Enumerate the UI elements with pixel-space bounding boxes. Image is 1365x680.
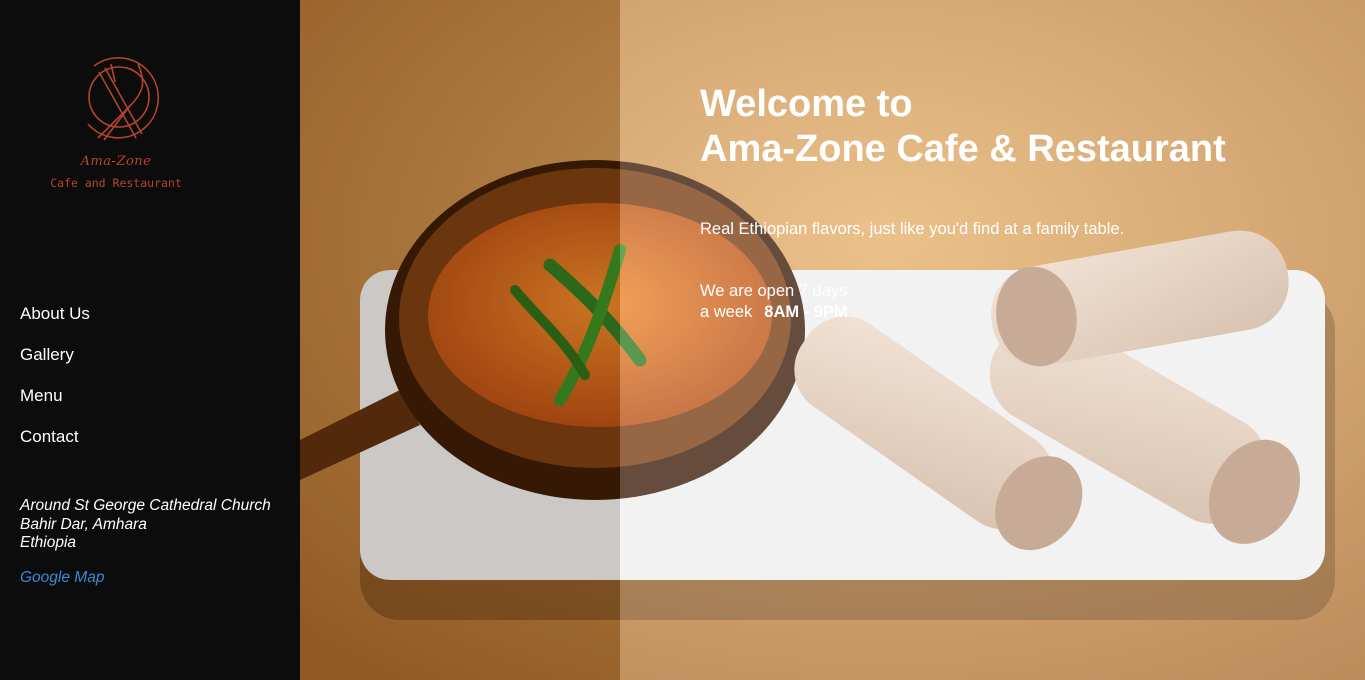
fork-knife-plate-icon (87, 57, 160, 141)
nav-about-us[interactable]: About Us (20, 302, 90, 343)
nav-gallery[interactable]: Gallery (20, 343, 90, 384)
address-line-2: Bahir Dar, Amhara (20, 515, 147, 533)
hero-section: Welcome to Ama-Zone Cafe & Restaurant Re… (300, 0, 1365, 680)
logo-script-text: Ama-Zone (80, 154, 152, 169)
hours-line-1: We are open 7 days (700, 282, 848, 300)
hero-shade-left (300, 0, 620, 680)
hero-title-line-2: Ama-Zone Cafe & Restaurant (700, 128, 1226, 170)
address-line-3: Ethiopia (20, 534, 77, 551)
nav-menu[interactable]: Menu (20, 384, 90, 425)
sidebar: Ama-Zone Cafe and Restaurant About Us Ga… (0, 0, 300, 680)
opening-hours: We are open 7 days a week 8AM - 9PM (700, 281, 848, 323)
nav-contact[interactable]: Contact (20, 425, 90, 466)
address-block: Around St George Cathedral Church Bahir … (20, 497, 271, 553)
hero-tagline: Real Ethiopian flavors, just like you'd … (700, 220, 1125, 238)
hours-prefix: a week (700, 303, 753, 321)
hero-title: Welcome to Ama-Zone Cafe & Restaurant (700, 82, 1226, 172)
hours-line-2: a week 8AM - 9PM (700, 302, 848, 323)
google-map-link[interactable]: Google Map (20, 569, 104, 587)
address-line-1: Around St George Cathedral Church (20, 497, 271, 514)
main-nav: About Us Gallery Menu Contact (20, 302, 90, 466)
restaurant-logo[interactable]: Ama-Zone Cafe and Restaurant (36, 52, 196, 197)
logo-subtitle: Cafe and Restaurant (50, 176, 182, 190)
hero-title-line-1: Welcome to (700, 83, 913, 125)
hours-time: 8AM - 9PM (764, 303, 848, 321)
